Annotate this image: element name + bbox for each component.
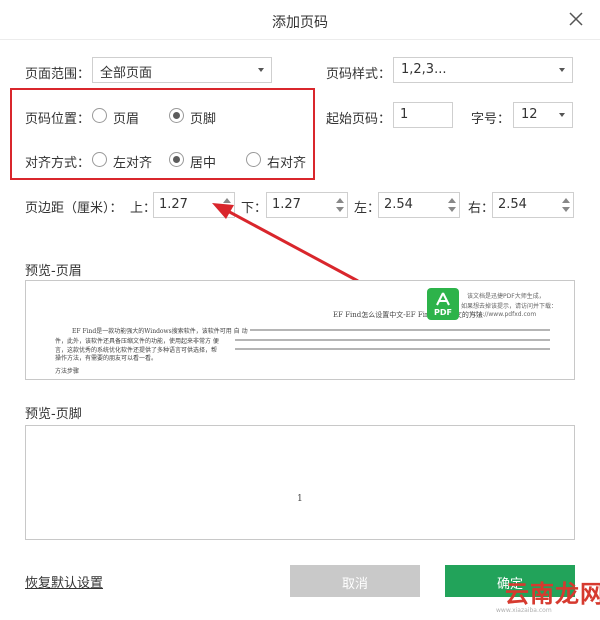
font-size-label: 字号： <box>471 112 511 127</box>
preview-doc-line <box>235 339 550 341</box>
chevron-down-icon <box>559 68 565 72</box>
margin-left-spinner[interactable]: 2.54 <box>378 192 460 218</box>
radio-header-label: 页眉 <box>113 112 140 127</box>
chevron-down-icon <box>559 113 565 117</box>
margin-top-value: 1.27 <box>159 197 188 212</box>
site-watermark-url: www.xiazaiba.com <box>496 607 552 614</box>
cancel-button[interactable]: 取消 <box>290 565 420 597</box>
position-label: 页码位置： <box>25 112 91 127</box>
site-watermark: 云南龙网 <box>505 580 600 608</box>
start-page-label: 起始页码： <box>326 112 392 127</box>
preview-footer-box <box>25 425 575 540</box>
page-range-value: 全部页面 <box>100 66 153 81</box>
watermark-line2: 如果想去掉该提示，请访问并下载： <box>461 303 558 310</box>
spinner-arrows-icon[interactable] <box>448 196 456 214</box>
radio-align-left-label: 左对齐 <box>113 156 153 171</box>
spinner-arrows-icon[interactable] <box>562 196 570 214</box>
page-range-label: 页面范围： <box>25 67 91 82</box>
dialog-title: 添加页码 <box>272 15 328 31</box>
preview-doc-line <box>250 329 550 331</box>
reset-defaults-link[interactable]: 恢复默认设置 <box>25 572 103 591</box>
margin-right-value: 2.54 <box>498 197 527 212</box>
radio-align-center-label: 居中 <box>190 156 217 171</box>
radio-align-center[interactable] <box>169 152 184 167</box>
radio-footer[interactable] <box>169 108 184 123</box>
close-icon[interactable] <box>566 9 586 29</box>
number-style-label: 页码样式： <box>326 67 392 82</box>
watermark-line1: 该文档是迅捷PDF大师生成， <box>467 293 545 300</box>
number-style-value: 1,2,3... <box>401 62 447 77</box>
align-label: 对齐方式： <box>25 156 91 171</box>
watermark-line3: http://www.pdfxd.com <box>470 311 537 318</box>
preview-doc-para-line2: 件，此外，该软件还具备压缩文件的功能，使用起来非常方 便 <box>55 338 219 345</box>
preview-doc-para-line4: 操作方法，有需要的朋友可以看一看。 <box>55 355 158 362</box>
preview-doc-para-lead: EF Find是一款功能强大的Windows搜索软件，该软件可用 自 动 <box>72 328 248 335</box>
page-range-select[interactable]: 全部页面 <box>92 57 272 83</box>
start-page-input[interactable]: 1 <box>393 102 453 128</box>
pdf-logo-text: PDF <box>434 308 452 317</box>
preview-doc-method: 方法步骤 <box>55 368 80 375</box>
font-size-value: 12 <box>521 107 538 122</box>
dialog-titlebar: 添加页码 <box>0 0 600 40</box>
radio-footer-label: 页脚 <box>190 112 217 127</box>
radio-header[interactable] <box>92 108 107 123</box>
margins-label: 页边距（厘米）： <box>25 201 123 216</box>
pdf-logo-icon: PDF <box>427 288 459 320</box>
margin-right-label: 右： <box>468 201 495 216</box>
preview-doc-line <box>235 348 550 350</box>
margin-right-spinner[interactable]: 2.54 <box>492 192 574 218</box>
radio-align-right[interactable] <box>246 152 261 167</box>
chevron-down-icon <box>258 68 264 72</box>
preview-doc-title: EF Find怎么设置中文-EF Find设置中文的方法 <box>333 311 483 319</box>
font-size-select[interactable]: 12 <box>513 102 573 128</box>
number-style-select[interactable]: 1,2,3... <box>393 57 573 83</box>
radio-align-right-label: 右对齐 <box>267 156 307 171</box>
preview-header-label: 预览-页眉 <box>25 264 82 279</box>
margin-left-value: 2.54 <box>384 197 413 212</box>
radio-align-left[interactable] <box>92 152 107 167</box>
preview-footer-label: 预览-页脚 <box>25 407 82 422</box>
preview-page-number: 1 <box>297 494 303 504</box>
